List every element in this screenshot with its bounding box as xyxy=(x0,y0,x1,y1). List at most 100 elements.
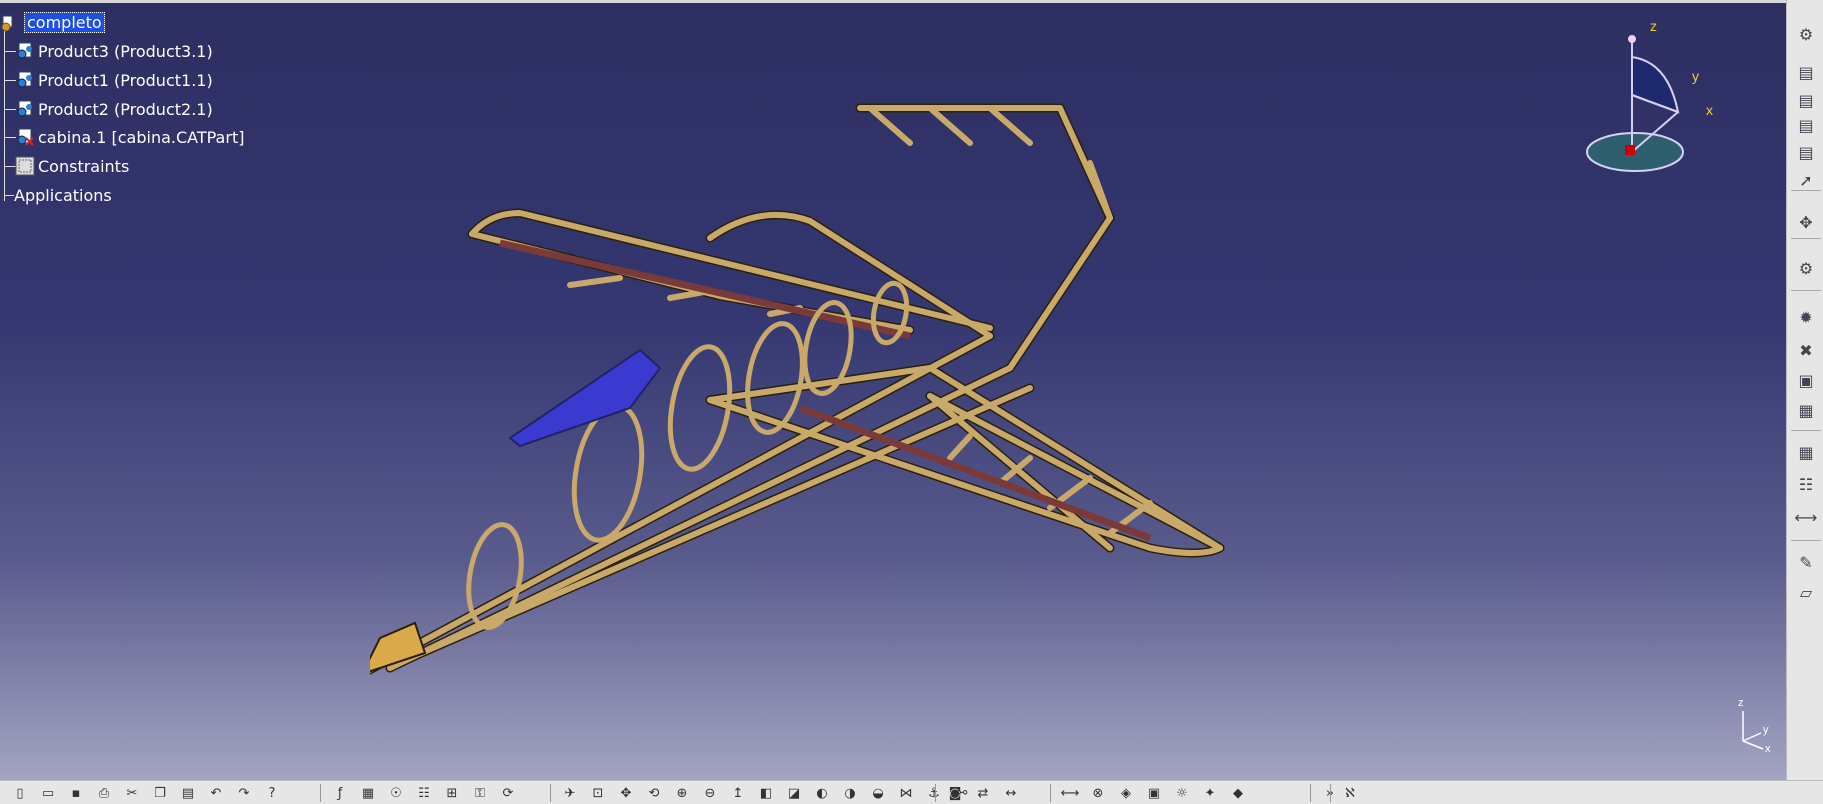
right-tool-clash-icon[interactable]: ✖ xyxy=(1793,338,1819,362)
bottom-tool-normal-view-icon[interactable]: ↥ xyxy=(728,783,748,803)
right-tool-catalog-icon[interactable]: ▦ xyxy=(1793,398,1819,422)
bottom-tool-pan-icon[interactable]: ✥ xyxy=(616,783,636,803)
bottom-tool-manipulate-icon[interactable]: ⇄ xyxy=(973,783,993,803)
tree-item-cabina[interactable]: cabina.1 [cabina.CATPart] xyxy=(0,124,244,150)
bottom-tool-new-icon[interactable]: ▯ xyxy=(10,783,30,803)
right-tool-measure-icon[interactable]: ⟷ xyxy=(1793,505,1819,529)
right-toolbar: ⚙ ▤ ▤ ▤ ▤ ➚ ✥ ⚙ ✹ ✖ ▣ ▦ ▦ ☷ ⟷ ✎ ▱ xyxy=(1786,0,1823,780)
bottom-tool-update-icon[interactable]: ⟳ xyxy=(498,783,518,803)
bottom-tool-catia-logo-icon[interactable]: ℵ xyxy=(1340,783,1360,803)
toolbar-separator xyxy=(935,784,936,802)
right-tool-scene-icon[interactable]: ▣ xyxy=(1793,368,1819,392)
bottom-tool-catalog-icon[interactable]: ▦ xyxy=(358,783,378,803)
frame-outline xyxy=(370,103,1225,675)
right-tool-annotation-icon[interactable]: ✎ xyxy=(1793,550,1819,574)
tree-item-label: Product2 (Product2.1) xyxy=(38,99,213,119)
bottom-tool-hide-icon[interactable]: ◐ xyxy=(812,783,832,803)
bottom-tool-fit-all-icon[interactable]: ⊡ xyxy=(588,783,608,803)
bottom-tool-tree-icon[interactable]: ⊞ xyxy=(442,783,462,803)
bottom-tool-light-icon[interactable]: ☼ xyxy=(1172,783,1192,803)
bottom-tool-knowledge-icon[interactable]: ☉ xyxy=(386,783,406,803)
part-icon xyxy=(14,126,36,148)
mini-x-label: x xyxy=(1765,743,1771,753)
right-tool-table-icon[interactable]: ☷ xyxy=(1793,472,1819,496)
bottom-tool-open-icon[interactable]: ▭ xyxy=(38,783,58,803)
toolbar-separator xyxy=(1050,784,1051,802)
bottom-tool-redo-icon[interactable]: ↷ xyxy=(234,783,254,803)
assembly-root-icon xyxy=(0,11,22,33)
bottom-tool-table-icon[interactable]: ☷ xyxy=(414,783,434,803)
aircraft-model[interactable] xyxy=(370,78,1450,688)
bottom-tool-whats-this-icon[interactable]: ? xyxy=(262,783,282,803)
compass-z-label: z xyxy=(1650,18,1657,34)
bottom-tool-fix-icon[interactable]: ⚓ xyxy=(924,783,944,803)
right-tool-plane-icon[interactable]: ▱ xyxy=(1793,580,1819,604)
right-tool-sheet-icon[interactable]: ▤ xyxy=(1793,88,1819,112)
bottom-tool-formula-icon[interactable]: ƒ xyxy=(330,783,350,803)
tree-item-label: Constraints xyxy=(38,156,130,176)
compass-handle[interactable] xyxy=(1628,35,1636,43)
tree-item-label: Product3 (Product3.1) xyxy=(38,41,213,61)
toolbar-separator xyxy=(1310,784,1311,802)
bottom-tool-cube-icon[interactable]: ◧ xyxy=(756,783,776,803)
compass-origin[interactable] xyxy=(1625,145,1635,155)
tree-root[interactable]: completo xyxy=(0,9,105,35)
bottom-tool-constraint-icon[interactable]: ⋈ xyxy=(896,783,916,803)
bottom-tool-sparkle-icon[interactable]: ✦ xyxy=(1200,783,1220,803)
right-tool-assembly-icon[interactable]: ⚙ xyxy=(1793,256,1819,280)
mini-z-label: z xyxy=(1738,697,1744,709)
bottom-tool-print-icon[interactable]: ⎙ xyxy=(94,783,114,803)
right-tool-sheet-icon[interactable]: ▤ xyxy=(1793,113,1819,137)
bottom-tool-fly-icon[interactable]: ✈ xyxy=(560,783,580,803)
mini-y-label: y xyxy=(1763,724,1769,736)
bottom-tool-render2-icon[interactable]: ◆ xyxy=(1228,783,1248,803)
compass-widget[interactable]: z y x xyxy=(1580,17,1720,187)
bottom-tool-cut-icon[interactable]: ✂ xyxy=(122,783,142,803)
product-icon xyxy=(14,40,36,62)
right-tool-snap-icon[interactable]: ✥ xyxy=(1793,210,1819,234)
right-tool-catalog-icon[interactable]: ▦ xyxy=(1793,440,1819,464)
bottom-tool-camera-icon[interactable]: ◙ xyxy=(945,783,965,803)
right-tool-explode-icon[interactable]: ✹ xyxy=(1793,305,1819,329)
right-tool-sheet-icon[interactable]: ▤ xyxy=(1793,60,1819,84)
bottom-tool-distance-icon[interactable]: ↔ xyxy=(1001,783,1021,803)
bottom-tool-swap-icon[interactable]: ◑ xyxy=(840,783,860,803)
bottom-tool-measure-icon[interactable]: ⟷ xyxy=(1060,783,1080,803)
tree-item-product1[interactable]: Product1 (Product1.1) xyxy=(0,67,213,93)
axis-indicator: z y x xyxy=(1738,697,1771,753)
bottom-tool-show-icon[interactable]: ◒ xyxy=(868,783,888,803)
tree-item-label: Product1 (Product1.1) xyxy=(38,70,213,90)
bottom-tool-rotate-icon[interactable]: ⟲ xyxy=(644,783,664,803)
bottom-tool-inertia-icon[interactable]: ⊗ xyxy=(1088,783,1108,803)
toolbar-separator xyxy=(1791,540,1821,541)
tree-item-applications[interactable]: Applications xyxy=(0,182,112,208)
toolbar-separator xyxy=(1791,238,1821,239)
bottom-tool-save-icon[interactable]: ▪ xyxy=(66,783,86,803)
compass-x-label: x xyxy=(1706,102,1713,118)
bottom-tool-zoom-out-icon[interactable]: ⊖ xyxy=(700,783,720,803)
bottom-tool-shading-icon[interactable]: ◪ xyxy=(784,783,804,803)
bottom-tool-copy-icon[interactable]: ❐ xyxy=(150,783,170,803)
toolbar-separator xyxy=(1791,190,1821,191)
bottom-tool-scene-icon[interactable]: ▣ xyxy=(1144,783,1164,803)
tree-item-product2[interactable]: Product2 (Product2.1) xyxy=(0,96,213,122)
bottom-tool-zoom-in-icon[interactable]: ⊕ xyxy=(672,783,692,803)
bottom-tool-lock-icon[interactable]: ⚿ xyxy=(470,783,490,803)
toolbar-separator xyxy=(320,784,321,802)
right-tool-gear-icon[interactable]: ⚙ xyxy=(1793,22,1819,46)
toolbar-separator xyxy=(1791,430,1821,431)
bottom-tool-render-icon[interactable]: ◈ xyxy=(1116,783,1136,803)
right-tool-sheet-icon[interactable]: ▤ xyxy=(1793,140,1819,164)
bottom-tool-paste-icon[interactable]: ▤ xyxy=(178,783,198,803)
mini-y-axis xyxy=(1742,732,1762,742)
tree-item-product3[interactable]: Product3 (Product3.1) xyxy=(0,38,213,64)
right-tool-select-arrow-icon[interactable]: ➚ xyxy=(1793,168,1819,192)
toolbar-separator xyxy=(550,784,551,802)
bottom-tool-undo-icon[interactable]: ↶ xyxy=(206,783,226,803)
tree-item-constraints[interactable]: Constraints xyxy=(0,153,129,179)
compass-y-label: y xyxy=(1692,68,1699,84)
toolbar-separator xyxy=(1791,290,1821,291)
3d-viewport[interactable]: completo Product3 (Product3.1) Product1 … xyxy=(0,3,1786,780)
tree-root-label[interactable]: completo xyxy=(24,11,105,33)
tree-branch xyxy=(4,195,14,196)
